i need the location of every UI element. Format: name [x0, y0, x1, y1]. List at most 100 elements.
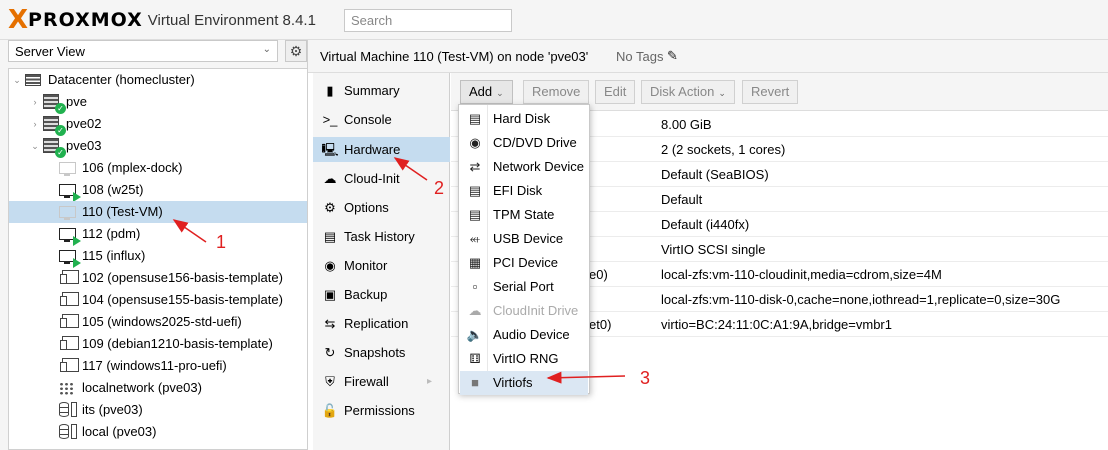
tree-item-label: 112 (pdm)	[82, 226, 141, 241]
logo-text: PROXMOX	[28, 9, 143, 31]
vm-title: Virtual Machine 110 (Test-VM) on node 'p…	[320, 49, 589, 64]
add-label: Add	[469, 84, 493, 99]
collapse-icon[interactable]: ⌄	[29, 135, 41, 157]
menu-item-efi-disk[interactable]: ▤ EFI Disk	[460, 179, 588, 203]
vm-stopped-icon	[59, 160, 77, 176]
menu-item-label: CD/DVD Drive	[493, 135, 577, 150]
tree-item-storage[interactable]: local (pve03)	[57, 421, 156, 443]
tree-item-template[interactable]: 109 (debian1210-basis-template)	[57, 333, 273, 355]
network-grid-icon	[59, 380, 77, 396]
tree-item-vm[interactable]: 108 (w25t)	[57, 179, 144, 202]
desktop-icon: 🖳	[321, 142, 339, 157]
add-button[interactable]: Add ⌄	[460, 80, 513, 104]
expand-icon[interactable]: ›	[29, 113, 41, 135]
top-header: X PROXMOX Virtual Environment 8.4.1	[0, 0, 1108, 40]
nav-item-monitor[interactable]: ◉ Monitor	[313, 253, 450, 278]
menu-item-pci-device[interactable]: ▦ PCI Device	[460, 251, 588, 275]
tree-item-vm-selected[interactable]: 110 (Test-VM)	[9, 201, 307, 223]
menu-item-label: Hard Disk	[493, 111, 551, 126]
menu-item-tpm-state[interactable]: ▤ TPM State	[460, 203, 588, 227]
tree-item-template[interactable]: 104 (opensuse155-basis-template)	[57, 289, 283, 311]
tree-item-label: pve	[66, 94, 87, 109]
tags-label: No Tags	[616, 49, 664, 64]
tree-item-label: pve03	[66, 138, 102, 153]
nav-label: Snapshots	[344, 345, 406, 360]
cloud-icon: ☁	[323, 171, 337, 186]
row-key: e0)	[589, 267, 608, 282]
menu-item-label: CloudInit Drive	[493, 303, 579, 318]
menu-item-label: USB Device	[493, 231, 564, 246]
menu-item-virtiofs[interactable]: ■ Virtiofs	[460, 371, 588, 395]
tree-item-vm[interactable]: 115 (influx)	[57, 245, 145, 268]
menu-item-virtio-rng[interactable]: ⚅ VirtIO RNG	[460, 347, 588, 371]
chevron-down-icon: ⌄	[718, 88, 726, 98]
resource-tree-panel: Server View ⌄ ⚙ ⌄ Datacenter (homecluste…	[0, 40, 308, 450]
list-icon: ▤	[323, 229, 337, 244]
annotation-label-2: 2	[434, 178, 445, 198]
proxmox-logo[interactable]: X PROXMOX Virtual Environment 8.4.1	[8, 7, 316, 33]
vm-stopped-icon	[59, 204, 77, 220]
nav-item-summary[interactable]: ▮ Summary	[313, 78, 450, 103]
menu-item-hard-disk[interactable]: ▤ Hard Disk	[460, 107, 588, 131]
tree-item-template[interactable]: 102 (opensuse156-basis-template)	[57, 267, 283, 289]
expand-icon[interactable]: ›	[29, 91, 41, 113]
tree-item-template[interactable]: 105 (windows2025-std-uefi)	[57, 311, 242, 333]
tree-item-datacenter[interactable]: ⌄ Datacenter (homecluster)	[11, 69, 195, 91]
nav-item-snapshots[interactable]: ↻ Snapshots	[313, 340, 450, 365]
edit-tags-pencil-icon[interactable]: ✎	[667, 48, 678, 64]
nav-item-console[interactable]: >_ Console	[313, 107, 450, 132]
nav-item-options[interactable]: ⚙ Options	[313, 195, 450, 220]
row-value: Default	[661, 192, 703, 207]
remove-button[interactable]: Remove	[523, 80, 590, 104]
nav-item-firewall[interactable]: ⛨ Firewall ▸	[313, 369, 450, 394]
tree-item-vm[interactable]: 106 (mplex-dock)	[57, 157, 182, 179]
pci-card-icon: ▦	[468, 255, 482, 270]
eye-icon: ◉	[324, 258, 336, 273]
vm-running-icon	[59, 182, 81, 202]
nav-item-hardware[interactable]: 🖳 Hardware	[313, 137, 450, 162]
nav-item-backup[interactable]: ▣ Backup	[313, 282, 450, 307]
menu-item-label: Audio Device	[493, 327, 570, 342]
annotation-label-1: 1	[216, 232, 227, 252]
tree-item-node-pve[interactable]: › ✓ pve	[29, 91, 87, 114]
server-online-icon: ✓	[43, 94, 66, 114]
tree-item-label: local (pve03)	[82, 424, 157, 439]
template-icon	[59, 270, 79, 286]
menu-item-network-device[interactable]: ⇄ Network Device	[460, 155, 588, 179]
menu-item-serial-port[interactable]: ▫ Serial Port	[460, 275, 588, 299]
terminal-icon: >_	[322, 112, 338, 127]
menu-item-audio-device[interactable]: 🔈 Audio Device	[460, 323, 588, 347]
chevron-right-icon: ▸	[426, 376, 432, 387]
tree-item-network[interactable]: localnetwork (pve03)	[57, 377, 202, 399]
menu-item-usb-device[interactable]: ⬴ USB Device	[460, 227, 588, 251]
row-value: Default (i440fx)	[661, 217, 750, 232]
nav-label: Hardware	[344, 142, 401, 157]
menu-item-cd-dvd[interactable]: ◉ CD/DVD Drive	[460, 131, 588, 155]
menu-item-label: Network Device	[493, 159, 585, 174]
menu-item-label: TPM State	[493, 207, 555, 222]
revert-button[interactable]: Revert	[742, 80, 799, 104]
nav-item-replication[interactable]: ⇆ Replication	[313, 311, 450, 336]
tree-item-storage[interactable]: its (pve03)	[57, 399, 143, 421]
nav-item-cloud-init[interactable]: ☁ Cloud-Init	[313, 166, 450, 191]
tree-item-template[interactable]: 117 (windows11-pro-uefi)	[57, 355, 227, 377]
retweet-icon: ⇆	[324, 316, 336, 331]
storage-icon	[59, 402, 77, 418]
disk-action-button[interactable]: Disk Action ⌄	[641, 80, 735, 104]
tree-item-vm[interactable]: 112 (pdm)	[57, 223, 141, 246]
collapse-icon[interactable]: ⌄	[11, 69, 23, 91]
serial-port-icon: ▫	[472, 279, 478, 294]
tree-item-node-pve02[interactable]: › ✓ pve02	[29, 113, 101, 136]
nav-item-task-history[interactable]: ▤ Task History	[313, 224, 450, 249]
nav-item-permissions[interactable]: 🔓 Permissions	[313, 398, 450, 423]
tree-item-node-pve03[interactable]: ⌄ ✓ pve03	[29, 135, 102, 158]
edit-button[interactable]: Edit	[595, 80, 636, 104]
datacenter-icon	[25, 72, 43, 88]
row-value: 8.00 GiB	[661, 117, 712, 132]
search-input[interactable]	[344, 9, 512, 32]
tree-item-label: Datacenter (homecluster)	[48, 72, 195, 87]
tree-item-label: 108 (w25t)	[82, 182, 144, 197]
product-version: Virtual Environment 8.4.1	[147, 11, 316, 29]
view-selector[interactable]: Server View ⌄	[8, 40, 278, 62]
gear-icon[interactable]: ⚙	[285, 40, 307, 62]
